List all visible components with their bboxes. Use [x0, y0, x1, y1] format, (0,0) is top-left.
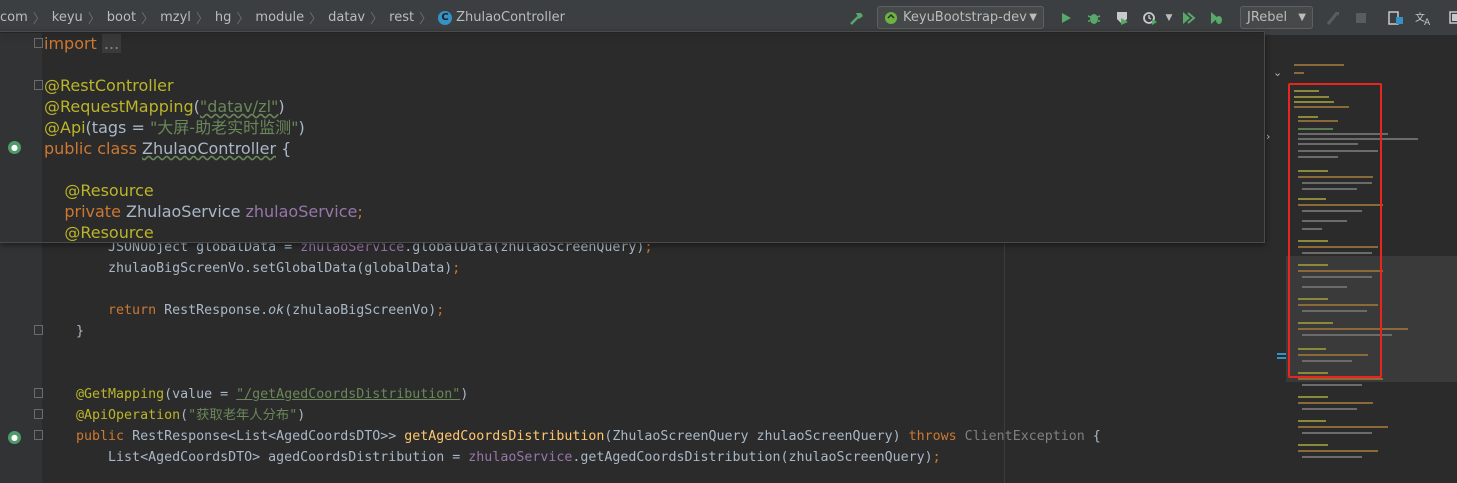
chevron-down-icon: ▼: [1029, 12, 1037, 23]
code-line: List<AgedCoordsDTO> agedCoordsDistributi…: [44, 450, 941, 465]
highlight-box-minimap: [1288, 83, 1382, 378]
fold-marker-icon[interactable]: [34, 38, 43, 48]
breadcrumb-item-rest[interactable]: rest: [385, 10, 417, 25]
popup-gutter: [0, 32, 42, 242]
chevron-down-icon[interactable]: ⌄: [1273, 66, 1282, 79]
presentation-icon[interactable]: [1446, 7, 1457, 29]
code-line: private ZhulaoService zhulaoService;: [64, 202, 363, 221]
jrebel-debug-icon[interactable]: [1205, 7, 1227, 29]
translate-icon[interactable]: 文A: [1413, 7, 1435, 29]
chevron-right-icon: ›: [1266, 130, 1271, 143]
breadcrumb-item-module[interactable]: module: [251, 10, 307, 25]
svg-text:A: A: [1424, 18, 1431, 26]
breadcrumb: com 〉 keyu 〉 boot 〉 mzyl 〉 hg 〉 module 〉 datav…: [0, 0, 568, 35]
fold-marker-icon[interactable]: [34, 409, 43, 419]
jrebel-select[interactable]: JRebel ▼: [1240, 6, 1313, 29]
attach-debugger-icon[interactable]: [1322, 7, 1344, 29]
jrebel-run-icon[interactable]: [1177, 7, 1199, 29]
class-header-popup: import ... ● @RestController @RequestMap…: [0, 31, 1265, 243]
code-line: zhulaoBigScreenVo.setGlobalData(globalDa…: [44, 261, 461, 276]
fold-marker-icon[interactable]: [34, 80, 43, 90]
chevron-right-icon: 〉: [32, 12, 46, 27]
run-configuration-label: KeyuBootstrap-dev: [903, 10, 1027, 25]
popup-divider: [0, 32, 1264, 33]
chevron-right-icon: 〉: [309, 12, 323, 27]
code-line: @RequestMapping("datav/zl"): [44, 97, 285, 116]
run-icon[interactable]: [1055, 7, 1077, 29]
coverage-icon[interactable]: [1111, 7, 1133, 29]
profile-icon[interactable]: [1139, 7, 1161, 29]
more-run-options-icon[interactable]: ▼: [1164, 7, 1174, 29]
debug-icon[interactable]: [1083, 7, 1105, 29]
chevron-right-icon: 〉: [87, 12, 101, 27]
class-icon: C: [438, 10, 453, 25]
import-line: import ...: [44, 34, 122, 53]
import-fold-placeholder[interactable]: ...: [101, 34, 122, 53]
jrebel-label: JRebel: [1247, 10, 1288, 25]
breadcrumb-item-class[interactable]: ZhulaoController: [456, 10, 568, 25]
code-line: @Resource: [64, 181, 154, 200]
breadcrumb-item-datav[interactable]: datav: [324, 10, 368, 25]
code-line: @Resource: [64, 223, 154, 242]
breadcrumb-item-boot[interactable]: boot: [103, 10, 139, 25]
fold-marker-icon[interactable]: [34, 430, 43, 440]
chevron-down-icon: ▼: [1298, 12, 1306, 23]
code-line: }: [44, 324, 85, 339]
spring-bean-gutter-icon[interactable]: ●: [8, 431, 21, 444]
project-structure-icon[interactable]: [1385, 7, 1407, 29]
code-line: public class ZhulaoController {: [44, 139, 292, 158]
run-toolbar: KeyuBootstrap-dev ▼ ▼ JRebel ▼ 文 A: [843, 0, 1457, 35]
chevron-right-icon: 〉: [419, 12, 433, 27]
code-line: @RestController: [44, 76, 174, 95]
chevron-right-icon: 〉: [141, 12, 155, 27]
code-line: @GetMapping(value = "/getAgedCoordsDistr…: [44, 387, 469, 402]
breadcrumb-item-hg[interactable]: hg: [211, 10, 235, 25]
chevron-right-icon: 〉: [370, 12, 384, 27]
breadcrumb-item-com[interactable]: com: [0, 10, 31, 25]
code-line: public RestResponse<List<AgedCoordsDTO>>…: [44, 429, 1101, 444]
code-line: @Api(tags = "大屏-助老实时监测"): [44, 118, 305, 137]
build-hammer-icon[interactable]: [846, 7, 868, 29]
run-configuration-select[interactable]: KeyuBootstrap-dev ▼: [877, 6, 1044, 29]
breadcrumb-item-keyu[interactable]: keyu: [48, 10, 86, 25]
spring-bean-gutter-icon[interactable]: ●: [8, 141, 21, 154]
stop-icon[interactable]: [1350, 7, 1372, 29]
code-line: return RestResponse.ok(zhulaoBigScreenVo…: [44, 303, 445, 318]
breadcrumb-item-mzyl[interactable]: mzyl: [156, 10, 194, 25]
fold-marker-icon[interactable]: [34, 388, 43, 398]
code-line: @ApiOperation("获取老年人分布"): [44, 408, 306, 423]
navigation-bar: com 〉 keyu 〉 boot 〉 mzyl 〉 hg 〉 module 〉 datav…: [0, 0, 1457, 35]
chevron-right-icon: 〉: [236, 12, 250, 27]
spring-boot-icon: [885, 11, 897, 24]
fold-marker-icon[interactable]: [34, 325, 43, 335]
chevron-right-icon: 〉: [195, 12, 209, 27]
